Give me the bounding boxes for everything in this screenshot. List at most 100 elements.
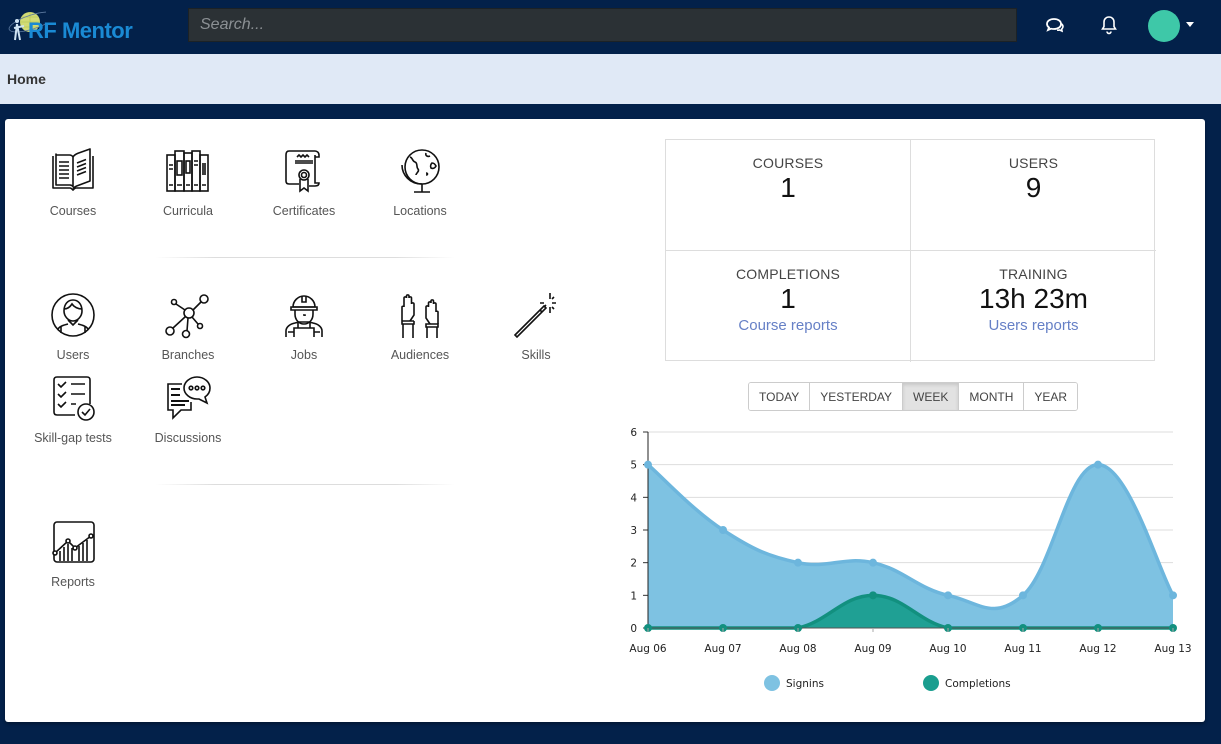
tile-certificates[interactable]: Certificates bbox=[254, 147, 354, 218]
tile-branches[interactable]: Branches bbox=[138, 291, 238, 362]
activity-chart: 0 1 2 3 4 5 6 Aug 06 Aug 07 Aug 08 Aug 09 Aug 10 Aug… bbox=[629, 427, 1192, 691]
tile-jobs[interactable]: Jobs bbox=[254, 291, 354, 362]
y-tick-label: 5 bbox=[630, 460, 637, 472]
tile-label: Locations bbox=[393, 204, 447, 218]
stat-value: 1 bbox=[780, 172, 796, 203]
x-tick-label: Aug 13 bbox=[1154, 643, 1191, 655]
x-tick-label: Aug 11 bbox=[1004, 643, 1041, 655]
period-month-button[interactable]: MONTH bbox=[959, 383, 1025, 410]
legend-label: Completions bbox=[945, 678, 1011, 690]
stat-title: COURSES bbox=[752, 155, 824, 171]
raised-hands-icon bbox=[401, 294, 439, 338]
point-signins bbox=[1169, 591, 1177, 600]
x-tick-label: Aug 08 bbox=[779, 643, 816, 655]
stats-grid: COURSES 1 USERS 9 COMPLETIONS 1 Course r… bbox=[665, 139, 1156, 362]
section-divider bbox=[155, 257, 455, 258]
section-divider bbox=[155, 484, 455, 485]
area-signins bbox=[648, 464, 1173, 628]
stat-value: 9 bbox=[1025, 172, 1042, 203]
x-tick-label: Aug 09 bbox=[854, 643, 891, 655]
avatar[interactable] bbox=[1148, 10, 1180, 42]
point-signins bbox=[719, 526, 727, 534]
tile-label: Users bbox=[56, 348, 90, 362]
stat-title: USERS bbox=[1008, 155, 1059, 171]
tile-label: Courses bbox=[49, 204, 97, 218]
caret-down-icon[interactable] bbox=[1186, 22, 1194, 27]
legend-swatch bbox=[923, 675, 939, 691]
y-tick-label: 0 bbox=[630, 623, 637, 635]
tile-skill-gap-tests[interactable]: Skill-gap tests bbox=[23, 374, 123, 445]
user-icon bbox=[51, 293, 95, 337]
y-tick-label: 4 bbox=[630, 492, 637, 504]
tile-users[interactable]: Users bbox=[23, 291, 123, 362]
tile-reports[interactable]: Reports bbox=[23, 518, 123, 589]
x-tick-label: Aug 10 bbox=[929, 643, 966, 655]
bell-icon[interactable] bbox=[1098, 14, 1120, 36]
y-tick-label: 6 bbox=[630, 427, 637, 439]
speech-bubble-icon bbox=[167, 376, 211, 420]
x-tick-label: Aug 06 bbox=[629, 643, 667, 655]
point-completions bbox=[869, 591, 877, 600]
stat-title: COMPLETIONS bbox=[735, 266, 841, 282]
tile-label: Curricula bbox=[162, 204, 213, 218]
legend-label: Signins bbox=[786, 678, 824, 690]
stat-training: TRAINING 13h 23m Users reports bbox=[911, 251, 1156, 362]
period-week-button[interactable]: WEEK bbox=[903, 383, 960, 410]
globe-icon bbox=[401, 149, 440, 193]
x-tick-label: Aug 07 bbox=[704, 643, 741, 655]
point-signins bbox=[1094, 460, 1102, 469]
tile-label: Reports bbox=[51, 575, 95, 589]
period-yesterday-button[interactable]: YESTERDAY bbox=[810, 383, 904, 410]
books-icon bbox=[166, 150, 209, 192]
stat-courses: COURSES 1 bbox=[666, 140, 911, 251]
tile-label: Branches bbox=[161, 348, 215, 362]
chat-icon[interactable] bbox=[1044, 14, 1066, 36]
tile-label: Discussions bbox=[154, 431, 222, 445]
logo[interactable]: RF Mentor bbox=[6, 8, 136, 48]
line-chart-icon bbox=[52, 521, 95, 563]
tile-label: Skill-gap tests bbox=[34, 431, 112, 445]
stat-users: USERS 9 bbox=[911, 140, 1156, 251]
tile-locations[interactable]: Locations bbox=[370, 147, 470, 218]
stat-value: 1 bbox=[780, 283, 796, 314]
checklist-icon bbox=[53, 376, 95, 421]
stat-title: TRAINING bbox=[999, 266, 1068, 282]
point-signins bbox=[869, 558, 877, 567]
breadcrumb-home: Home bbox=[7, 71, 46, 87]
point-signins bbox=[1019, 591, 1027, 600]
course-reports-link[interactable]: Course reports bbox=[666, 317, 910, 334]
tile-label: Jobs bbox=[290, 348, 318, 362]
period-selector: TODAY YESTERDAY WEEK MONTH YEAR bbox=[748, 382, 1079, 411]
breadcrumb-bar: Home bbox=[0, 54, 1221, 104]
tile-courses[interactable]: Courses bbox=[23, 147, 123, 218]
tile-discussions[interactable]: Discussions bbox=[138, 374, 238, 445]
tile-curricula[interactable]: Curricula bbox=[138, 147, 238, 218]
period-year-button[interactable]: YEAR bbox=[1024, 383, 1078, 410]
y-tick-label: 1 bbox=[630, 590, 637, 602]
x-tick-label: Aug 12 bbox=[1079, 643, 1116, 655]
dashboard-panel: Courses Curricula Certificates Locations bbox=[5, 119, 1205, 722]
y-tick-label: 3 bbox=[630, 525, 637, 537]
y-tick-label: 2 bbox=[630, 558, 637, 570]
period-today-button[interactable]: TODAY bbox=[749, 383, 811, 410]
legend-swatch bbox=[764, 675, 780, 691]
tile-label: Audiences bbox=[390, 348, 450, 362]
network-icon bbox=[165, 294, 209, 339]
point-signins bbox=[644, 460, 652, 469]
worker-icon bbox=[285, 295, 323, 337]
open-book-icon bbox=[52, 148, 94, 191]
logo-text: RF Mentor bbox=[28, 18, 133, 43]
point-signins bbox=[794, 558, 802, 567]
users-reports-link[interactable]: Users reports bbox=[911, 317, 1156, 334]
tile-skills[interactable]: Skills bbox=[486, 291, 586, 362]
certificate-icon bbox=[285, 150, 320, 193]
tile-label: Skills bbox=[521, 348, 551, 362]
top-navbar: RF Mentor bbox=[0, 0, 1221, 54]
tile-audiences[interactable]: Audiences bbox=[370, 291, 470, 362]
search-input[interactable] bbox=[188, 8, 1017, 42]
point-signins bbox=[944, 591, 952, 600]
tile-label: Certificates bbox=[272, 204, 336, 218]
magic-wand-icon bbox=[513, 293, 556, 339]
stat-value: 13h 23m bbox=[979, 283, 1088, 314]
stat-completions: COMPLETIONS 1 Course reports bbox=[666, 251, 911, 362]
